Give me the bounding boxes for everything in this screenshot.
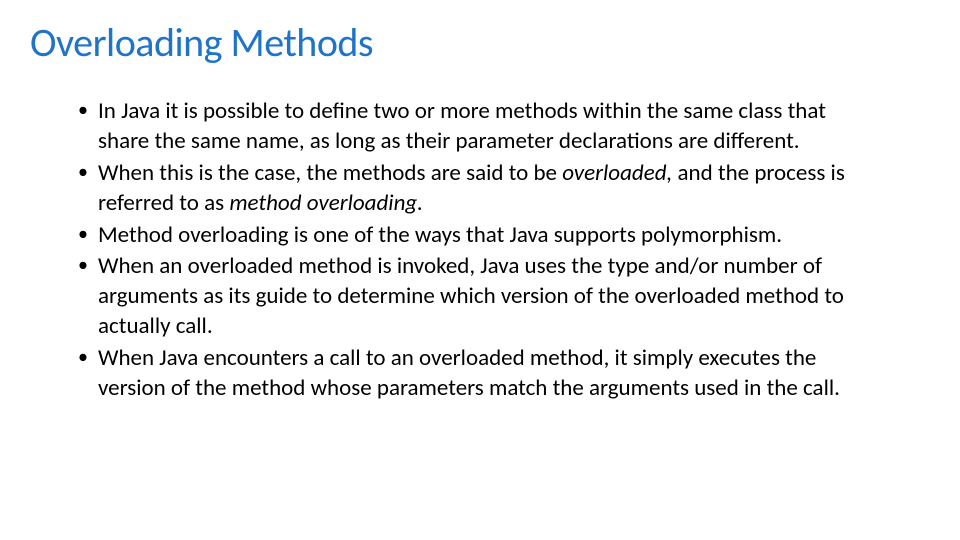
bullet-2-text-pre: When this is the case, the methods are s… — [98, 159, 562, 187]
bullet-item-4: When an overloaded method is invoked, Ja… — [70, 252, 870, 342]
bullet-item-1: In Java it is possible to define two or … — [70, 97, 870, 157]
slide-title: Overloading Methods — [30, 18, 930, 67]
bullet-2-italic-2: method overloading. — [229, 189, 423, 217]
bullet-item-2: When this is the case, the methods are s… — [70, 159, 870, 219]
bullet-list: In Java it is possible to define two or … — [70, 97, 870, 404]
slide-container: Overloading Methods In Java it is possib… — [0, 0, 960, 540]
bullet-item-3: Method overloading is one of the ways th… — [70, 221, 870, 251]
bullet-item-5: When Java encounters a call to an overlo… — [70, 344, 870, 404]
bullet-2-italic-1: overloaded, — [562, 159, 677, 187]
slide-content: In Java it is possible to define two or … — [30, 97, 930, 404]
